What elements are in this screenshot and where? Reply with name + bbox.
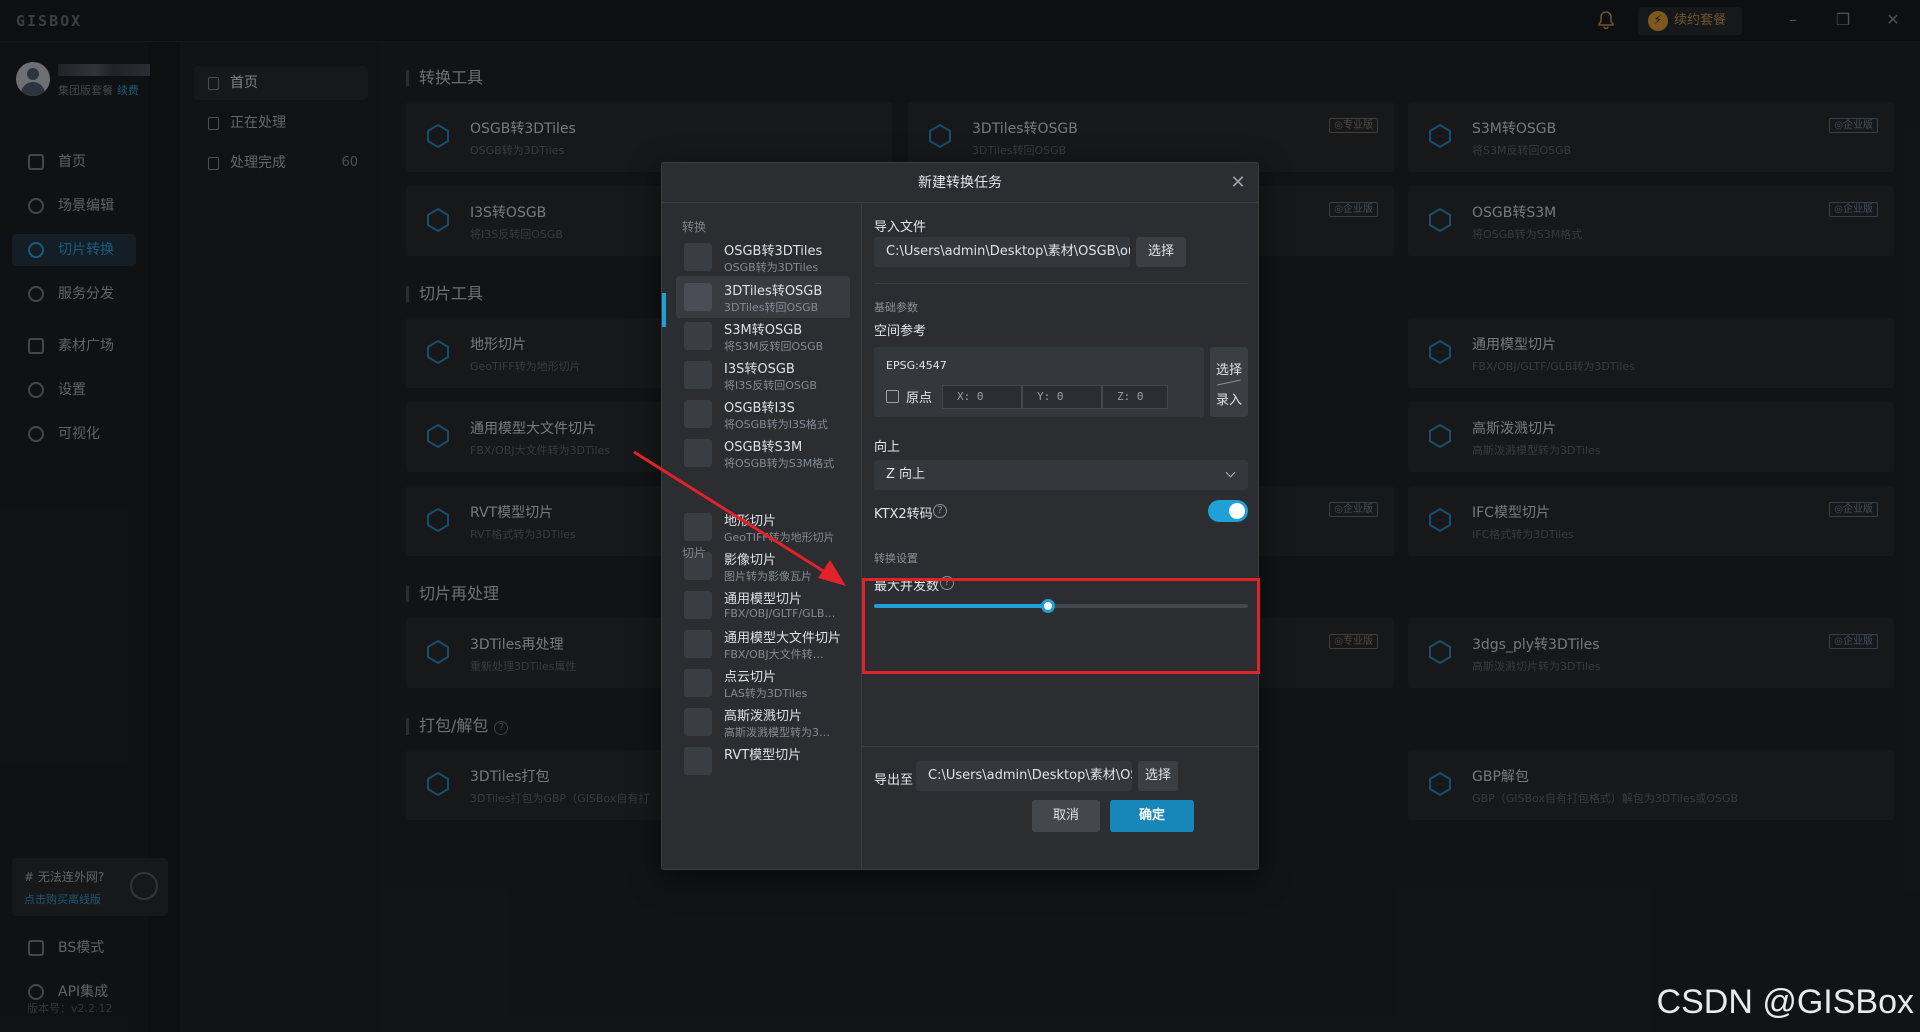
close-icon[interactable]: ✕ — [1228, 173, 1248, 193]
up-axis-label: 向上 — [874, 440, 901, 455]
crs-value[interactable]: EPSG:4547 — [886, 359, 947, 372]
up-axis-select[interactable]: Z 向上 — [874, 460, 1248, 490]
help-icon[interactable]: ? — [933, 504, 947, 518]
annotation-highlight-box — [862, 578, 1260, 674]
task-type-subtitle: FBX/OBJ/GLTF/GLB… — [724, 607, 836, 620]
task-type-subtitle: 将I3S反转回OSGB — [724, 379, 817, 392]
task-type-title: OSGB转3DTiles — [724, 244, 823, 259]
task-type-title: RVT模型切片 — [724, 748, 802, 763]
crs-select-input-button[interactable]: 选择 录入 — [1210, 347, 1248, 417]
task-type-title: I3S转OSGB — [724, 362, 795, 377]
task-type-subtitle: 图片转为影像瓦片 — [724, 570, 812, 583]
task-type-icon — [684, 322, 712, 350]
active-indicator — [662, 293, 666, 327]
task-type-item[interactable]: 地形切片 GeoTIFF转为地形切片 — [676, 506, 850, 548]
dialog-footer: 导出至 C:\Users\admin\Desktop\素材\OSGB\o… 选择… — [862, 746, 1258, 832]
task-type-title: 点云切片 — [724, 670, 777, 685]
origin-z-input[interactable]: Z: 0 — [1102, 385, 1168, 409]
task-type-icon — [684, 361, 712, 389]
task-type-title: 通用模型大文件切片 — [724, 631, 842, 646]
task-type-item[interactable]: S3M转OSGB 将S3M反转回OSGB — [676, 315, 850, 357]
task-type-title: 地形切片 — [724, 514, 777, 529]
task-type-subtitle: 3DTiles转回OSGB — [724, 301, 819, 314]
export-select-button[interactable]: 选择 — [1138, 761, 1178, 791]
ktx2-toggle[interactable] — [1208, 500, 1248, 522]
dialog-title: 新建转换任务 — [662, 163, 1258, 203]
task-type-icon — [684, 400, 712, 428]
ktx2-label: KTX2转码 — [874, 507, 933, 522]
crs-select-label: 选择 — [1215, 363, 1242, 378]
watermark: CSDN @GISBox — [1656, 983, 1914, 1021]
task-type-icon — [684, 439, 712, 467]
crs-label: 空间参考 — [874, 324, 927, 339]
task-type-icon — [684, 591, 712, 619]
import-select-button[interactable]: 选择 — [1136, 237, 1186, 267]
task-type-subtitle: 将S3M反转回OSGB — [724, 340, 824, 353]
task-type-title: 高斯泼溅切片 — [724, 709, 803, 724]
task-type-subtitle: LAS转为3DTiles — [724, 687, 808, 700]
basic-params-label: 基础参数 — [874, 301, 918, 314]
task-type-title: 通用模型切片 — [724, 592, 803, 607]
import-label: 导入文件 — [874, 220, 927, 235]
task-type-subtitle: GeoTIFF转为地形切片 — [724, 531, 835, 544]
new-task-dialog: 新建转换任务 ✕ 转换 OSGB转3DTiles OSGB转为3DTiles 3DT… — [661, 162, 1259, 870]
cancel-button[interactable]: 取消 — [1032, 800, 1100, 832]
divider — [874, 283, 1248, 284]
slash-divider — [1217, 379, 1241, 386]
import-path-input[interactable]: C:\Users\admin\Desktop\素材\OSGB\out(3)\ti… — [874, 237, 1130, 267]
task-type-item[interactable]: I3S转OSGB 将I3S反转回OSGB — [676, 354, 850, 396]
task-type-subtitle: OSGB转为3DTiles — [724, 261, 819, 274]
task-type-icon — [684, 243, 712, 271]
group-label-convert: 转换 — [682, 220, 707, 234]
task-type-item[interactable]: OSGB转S3M 将OSGB转为S3M格式 — [676, 432, 850, 474]
origin-label: 原点 — [906, 391, 933, 406]
task-type-item[interactable]: 通用模型大文件切片 FBX/OBJ大文件转… — [676, 623, 850, 665]
group-label-slice: 切片 — [682, 546, 707, 560]
task-type-item[interactable]: 通用模型切片 FBX/OBJ/GLTF/GLB… — [676, 584, 850, 626]
task-type-icon — [684, 283, 712, 311]
task-type-icon — [684, 747, 712, 775]
origin-x-input[interactable]: X: 0 — [942, 385, 1022, 409]
task-type-item[interactable]: RVT模型切片 — [676, 740, 850, 782]
task-type-subtitle: 高斯泼溅模型转为3… — [724, 726, 830, 739]
task-type-title: OSGB转S3M — [724, 440, 803, 455]
task-type-icon — [684, 669, 712, 697]
task-type-title: S3M转OSGB — [724, 323, 803, 338]
task-type-title: 3DTiles转OSGB — [724, 284, 823, 299]
crs-input-label: 录入 — [1215, 393, 1242, 408]
confirm-button[interactable]: 确定 — [1110, 800, 1194, 832]
task-type-item[interactable]: 高斯泼溅切片高斯泼溅模型转为3… — [676, 701, 850, 743]
task-form: 导入文件 C:\Users\admin\Desktop\素材\OSGB\out(… — [862, 204, 1258, 869]
task-type-title: 影像切片 — [724, 553, 777, 568]
up-axis-value: Z 向上 — [886, 467, 926, 482]
chevron-down-icon — [1225, 467, 1236, 478]
export-label: 导出至 — [874, 773, 914, 788]
task-type-list: 转换 OSGB转3DTiles OSGB转为3DTiles 3DTiles转OSGB… — [662, 204, 862, 869]
export-path-input[interactable]: C:\Users\admin\Desktop\素材\OSGB\o… — [916, 761, 1132, 791]
crs-box: EPSG:4547 原点 X: 0 Y: 0 Z: 0 — [874, 347, 1204, 417]
origin-checkbox[interactable] — [886, 390, 899, 403]
task-type-item[interactable]: OSGB转I3S 将OSGB转为I3S格式 — [676, 393, 850, 435]
task-type-icon — [684, 630, 712, 658]
toggle-knob — [1229, 503, 1245, 519]
task-type-title: OSGB转I3S — [724, 401, 795, 416]
task-type-subtitle: FBX/OBJ大文件转… — [724, 648, 824, 661]
convert-settings-label: 转换设置 — [874, 552, 918, 565]
task-type-item[interactable]: 3DTiles转OSGB 3DTiles转回OSGB — [676, 276, 850, 318]
origin-y-input[interactable]: Y: 0 — [1022, 385, 1102, 409]
task-type-item[interactable]: OSGB转3DTiles OSGB转为3DTiles — [676, 236, 850, 278]
task-type-subtitle: 将OSGB转为S3M格式 — [724, 457, 835, 470]
task-type-icon — [684, 708, 712, 736]
task-type-subtitle: 将OSGB转为I3S格式 — [724, 418, 828, 431]
task-type-item[interactable]: 点云切片 LAS转为3DTiles — [676, 662, 850, 704]
task-type-icon — [684, 513, 712, 541]
